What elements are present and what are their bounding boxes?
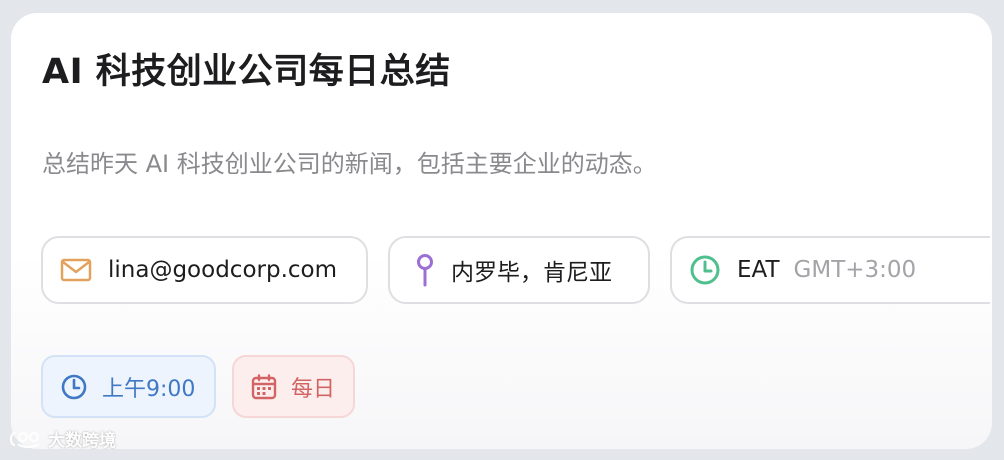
card-title: AI 科技创业公司每日总结: [42, 52, 451, 92]
card-description: 总结昨天 AI 科技创业公司的新闻，包括主要企业的动态。: [42, 150, 657, 178]
schedule-frequency-text: 每日: [291, 376, 336, 402]
clock-icon: [60, 373, 88, 401]
calendar-icon: [251, 373, 277, 400]
mail-icon: [60, 258, 92, 282]
schedule-time-text: 上午9:00: [102, 376, 196, 402]
timezone-name: EAT: [737, 257, 780, 283]
location-text: 内罗毕，肯尼亚: [451, 260, 612, 286]
timezone-offset: GMT+3:00: [793, 257, 917, 283]
clock-icon: [689, 254, 721, 286]
schedule-time-pill[interactable]: 上午9:00: [41, 355, 216, 418]
task-card: AI 科技创业公司每日总结 总结昨天 AI 科技创业公司的新闻，包括主要企业的动…: [11, 13, 992, 449]
timezone-chip[interactable]: EAT GMT+3:00: [670, 236, 990, 304]
watermark: 大数跨境: [8, 426, 116, 451]
watermark-logo-icon: [9, 431, 40, 448]
schedule-frequency-pill[interactable]: 每日: [232, 355, 355, 418]
email-text: lina@goodcorp.com: [108, 257, 338, 283]
location-chip[interactable]: 内罗毕，肯尼亚: [388, 236, 650, 304]
map-pin-icon: [415, 253, 435, 287]
watermark-text: 大数跨境: [48, 431, 116, 451]
email-chip[interactable]: lina@goodcorp.com: [41, 236, 368, 304]
